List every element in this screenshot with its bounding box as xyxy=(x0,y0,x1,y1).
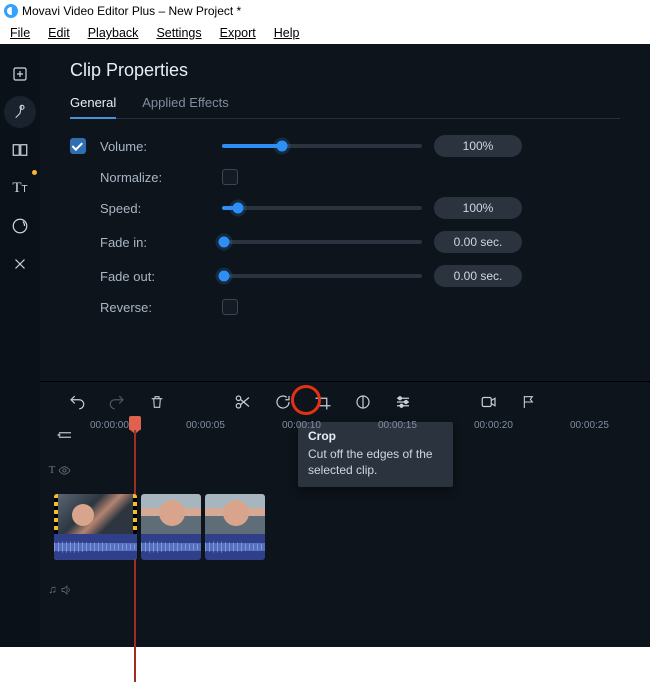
menu-edit[interactable]: Edit xyxy=(48,26,70,40)
sidebar-more-tools-button[interactable] xyxy=(4,248,36,280)
menu-file[interactable]: File xyxy=(10,26,30,40)
audio-track-gutter: ♫ xyxy=(40,584,80,596)
speed-slider[interactable] xyxy=(222,206,422,210)
prop-volume-row: Volume: 100% xyxy=(70,135,620,157)
reverse-checkbox[interactable] xyxy=(222,299,238,315)
titlebar: Movavi Video Editor Plus – New Project * xyxy=(0,0,650,22)
titles-track[interactable]: T xyxy=(40,452,650,488)
color-adjust-button[interactable] xyxy=(352,391,374,413)
ruler-label: 00:00:25 xyxy=(570,420,609,431)
video-clip-1[interactable] xyxy=(54,494,137,560)
ruler-row: 00:00:00 00:00:05 00:00:10 00:00:15 00:0… xyxy=(40,422,650,452)
ruler-label: 00:00:15 xyxy=(378,420,417,431)
app-logo-icon xyxy=(4,4,18,18)
video-clip-2[interactable] xyxy=(141,494,201,560)
marker-button[interactable] xyxy=(518,391,540,413)
panel-tabs: General Applied Effects xyxy=(70,95,620,119)
speed-label: Speed: xyxy=(100,201,210,216)
clip-properties-panel: Clip Properties General Applied Effects … xyxy=(40,44,650,337)
undo-button[interactable] xyxy=(66,391,88,413)
sidebar: TT xyxy=(0,44,40,647)
sidebar-stickers-button[interactable] xyxy=(4,210,36,242)
tab-general[interactable]: General xyxy=(70,95,116,118)
fadein-slider[interactable] xyxy=(222,240,422,244)
ruler-label: 00:00:05 xyxy=(186,420,225,431)
fadein-value[interactable]: 0.00 sec. xyxy=(434,231,522,253)
window-title: Movavi Video Editor Plus – New Project * xyxy=(22,4,241,18)
ruler-gutter xyxy=(40,422,80,452)
prop-normalize-row: Normalize: xyxy=(70,169,620,185)
fadeout-label: Fade out: xyxy=(100,269,210,284)
ruler-label: 00:00:00 xyxy=(90,420,129,431)
time-ruler[interactable]: 00:00:00 00:00:05 00:00:10 00:00:15 00:0… xyxy=(80,422,650,452)
ruler-label: 00:00:10 xyxy=(282,420,321,431)
volume-value[interactable]: 100% xyxy=(434,135,522,157)
clip-container xyxy=(40,488,650,560)
app-body: TT Clip Properties General Applied Effec… xyxy=(0,44,650,647)
menu-help[interactable]: Help xyxy=(274,26,300,40)
prop-reverse-row: Reverse: xyxy=(70,299,620,315)
clip-properties-button[interactable] xyxy=(392,391,414,413)
prop-fadeout-row: Fade out: 0.00 sec. xyxy=(70,265,620,287)
menu-settings[interactable]: Settings xyxy=(156,26,201,40)
titles-icon: TT xyxy=(12,180,27,197)
redo-button[interactable] xyxy=(106,391,128,413)
audio-track[interactable]: ♫ xyxy=(40,566,650,614)
ruler-label: 00:00:20 xyxy=(474,420,513,431)
reverse-label: Reverse: xyxy=(100,300,210,315)
timeline-area: Crop Cut off the edges of the selected c… xyxy=(40,381,650,614)
normalize-label: Normalize: xyxy=(100,170,210,185)
playhead-grip-icon[interactable] xyxy=(129,416,141,430)
record-button[interactable] xyxy=(478,391,500,413)
volume-label: Volume: xyxy=(100,139,210,154)
video-clip-3[interactable] xyxy=(205,494,265,560)
menu-playback[interactable]: Playback xyxy=(88,26,139,40)
fadeout-slider[interactable] xyxy=(222,274,422,278)
crop-highlight-icon xyxy=(291,385,321,415)
menubar: File Edit Playback Settings Export Help xyxy=(0,22,650,44)
fadeout-value[interactable]: 0.00 sec. xyxy=(434,265,522,287)
main-area: Clip Properties General Applied Effects … xyxy=(40,44,650,647)
fadein-label: Fade in: xyxy=(100,235,210,250)
panel-title: Clip Properties xyxy=(70,60,620,81)
video-track[interactable] xyxy=(40,488,650,566)
sidebar-titles-button[interactable]: TT xyxy=(4,172,36,204)
volume-slider[interactable] xyxy=(222,144,422,148)
sidebar-filters-button[interactable] xyxy=(4,96,36,128)
prop-speed-row: Speed: 100% xyxy=(70,197,620,219)
normalize-checkbox[interactable] xyxy=(222,169,238,185)
split-button[interactable] xyxy=(232,391,254,413)
sidebar-transitions-button[interactable] xyxy=(4,134,36,166)
tracks: T xyxy=(40,452,650,614)
tab-applied-effects[interactable]: Applied Effects xyxy=(142,95,228,118)
titles-track-gutter: T xyxy=(40,464,80,477)
volume-checkbox[interactable] xyxy=(70,138,86,154)
add-track-button[interactable] xyxy=(54,426,76,444)
delete-button[interactable] xyxy=(146,391,168,413)
sidebar-import-button[interactable] xyxy=(4,58,36,90)
speed-value[interactable]: 100% xyxy=(434,197,522,219)
menu-export[interactable]: Export xyxy=(220,26,256,40)
prop-fadein-row: Fade in: 0.00 sec. xyxy=(70,231,620,253)
